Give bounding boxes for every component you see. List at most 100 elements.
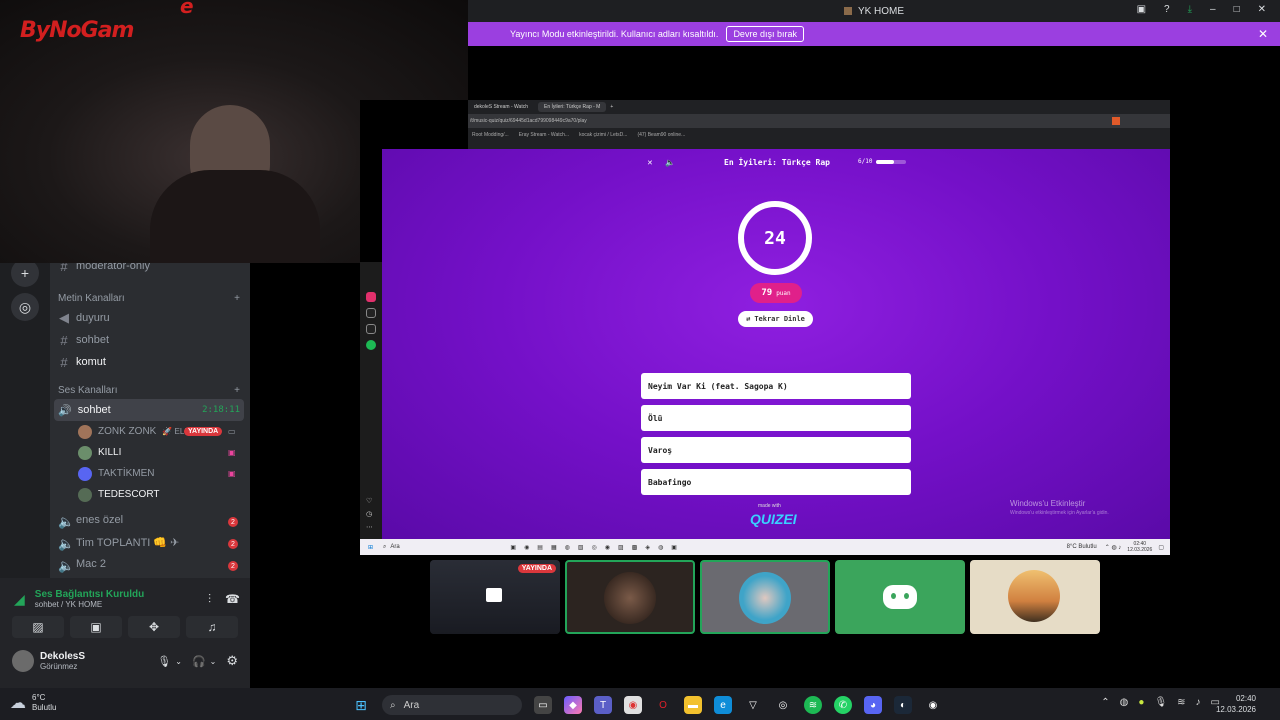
search-icon[interactable]: ⌕ bbox=[383, 544, 386, 551]
file-explorer-icon[interactable]: ▬ bbox=[684, 696, 702, 714]
bookmark[interactable]: Root Modding/... bbox=[472, 132, 509, 138]
browser-tab[interactable]: dekoleS Stream - Watch bbox=[468, 102, 534, 112]
voice-status-title[interactable]: Ses Bağlantısı Kuruldu bbox=[35, 589, 208, 600]
voice-channel[interactable]: 🔈 Tim TOPLANTI 👊 ✈ 2 bbox=[50, 533, 250, 555]
microphone-icon[interactable]: 🎙 bbox=[1154, 697, 1167, 708]
clock[interactable]: 02:40 12.03.2026 bbox=[1216, 693, 1256, 715]
voice-user[interactable]: KILLI ▣ bbox=[50, 442, 250, 463]
volume-icon[interactable]: 🔈 bbox=[665, 158, 675, 167]
close-quiz-icon[interactable]: ✕ bbox=[647, 159, 653, 167]
disconnect-icon[interactable]: ☎ bbox=[225, 592, 240, 606]
heart-icon[interactable]: ♡ bbox=[366, 495, 373, 508]
participant-tile[interactable] bbox=[565, 560, 695, 634]
help-icon[interactable]: ? bbox=[1164, 4, 1170, 15]
task-view-icon[interactable]: ▭ bbox=[534, 696, 552, 714]
replay-button[interactable]: ⇄ Tekrar Dinle bbox=[738, 311, 813, 327]
participant-tile[interactable] bbox=[700, 560, 830, 634]
spotify-icon[interactable]: ≋ bbox=[804, 696, 822, 714]
instagram-icon[interactable] bbox=[366, 292, 376, 302]
maximize-icon[interactable]: □ bbox=[1234, 4, 1240, 15]
voice-channel[interactable]: 🔈 enes özel 2 bbox=[50, 511, 250, 533]
chrome-icon[interactable]: ◉ bbox=[624, 696, 642, 714]
text-category[interactable]: Metin Kanalları + bbox=[50, 289, 250, 307]
chevron-down-icon[interactable]: ⌄ bbox=[175, 657, 182, 666]
activities-button[interactable]: ✥ bbox=[128, 616, 180, 638]
whatsapp-icon[interactable]: ✆ bbox=[834, 696, 852, 714]
add-channel-icon[interactable]: + bbox=[234, 385, 240, 396]
clock-icon[interactable]: ◷ bbox=[366, 508, 373, 521]
answer-option[interactable]: Ölü bbox=[641, 405, 911, 431]
weather-widget[interactable]: ☁ 6°C Bulutlu bbox=[10, 693, 56, 713]
x-icon[interactable] bbox=[366, 324, 376, 334]
steam-icon[interactable]: ◐ bbox=[894, 696, 912, 714]
answer-option[interactable]: Varoş bbox=[641, 437, 911, 463]
volume-icon[interactable]: ♪ bbox=[1196, 697, 1201, 708]
minimize-icon[interactable]: – bbox=[1210, 4, 1216, 15]
channel-sohbet[interactable]: # sohbet bbox=[50, 329, 250, 351]
tray-app-icon[interactable]: ● bbox=[1138, 697, 1144, 708]
address-bar[interactable]: /t/music-quiz/quiz/69445d1acd799098449c9… bbox=[468, 114, 1170, 128]
tray-app-icon[interactable]: ◍ bbox=[1120, 697, 1129, 708]
search-box[interactable]: ⌕ Ara bbox=[382, 695, 522, 715]
participant-tile[interactable] bbox=[835, 560, 965, 634]
edge-icon[interactable]: e bbox=[714, 696, 732, 714]
more-icon[interactable]: ⋯ bbox=[366, 521, 373, 534]
close-icon[interactable]: ✕ bbox=[1258, 4, 1266, 15]
live-badge: YAYINDA bbox=[517, 564, 556, 573]
add-server-icon[interactable]: + bbox=[11, 259, 39, 287]
bookmark[interactable]: kocak çizimi / LetsD... bbox=[579, 132, 627, 138]
teams-icon[interactable]: T bbox=[594, 696, 612, 714]
browser-chrome: dekoleS Stream - Watch En İyileri: Türkç… bbox=[468, 100, 1170, 149]
tiktok-icon[interactable] bbox=[366, 308, 376, 318]
answer-option[interactable]: Neyim Var Ki (feat. Sagopa K) bbox=[641, 373, 911, 399]
signal-icon[interactable]: ◢ bbox=[14, 591, 25, 608]
headphones-icon[interactable]: 🎧 bbox=[192, 655, 206, 668]
settings-gear-icon[interactable]: ⚙ bbox=[226, 653, 238, 669]
voice-user[interactable]: TAKTİKMEN ▣ bbox=[50, 463, 250, 484]
bookmark[interactable]: (47) Beam90 online... bbox=[637, 132, 685, 138]
voice-channel[interactable]: 🔈 Mac 2 2 bbox=[50, 555, 250, 577]
browser-tab[interactable]: En İyileri: Türkçe Rap - M bbox=[538, 102, 607, 112]
discover-icon[interactable]: ◎ bbox=[11, 293, 39, 321]
disable-streamer-mode-button[interactable]: Devre dışı bırak bbox=[726, 26, 804, 42]
extension-icon[interactable] bbox=[1112, 117, 1120, 125]
windows-start-icon[interactable]: ⊞ bbox=[352, 696, 370, 714]
wifi-icon[interactable]: ≋ bbox=[1177, 697, 1185, 708]
participant-tile[interactable] bbox=[970, 560, 1100, 634]
add-channel-icon[interactable]: + bbox=[234, 293, 240, 304]
channel-komut[interactable]: # komut bbox=[50, 351, 250, 373]
recording-app-icon[interactable]: ◉ bbox=[924, 696, 942, 714]
camera-off-button[interactable]: ▨ bbox=[12, 616, 64, 638]
answer-option[interactable]: Babafingo bbox=[641, 469, 911, 495]
spotify-icon[interactable] bbox=[366, 340, 376, 350]
bookmark[interactable]: Eray Stream - Watch... bbox=[519, 132, 569, 138]
vectorworks-icon[interactable]: ▽ bbox=[744, 696, 762, 714]
new-tab-icon[interactable]: + bbox=[610, 104, 613, 110]
chevron-down-icon[interactable]: ⌄ bbox=[210, 657, 217, 666]
close-banner-icon[interactable]: ✕ bbox=[1258, 27, 1268, 41]
avatar[interactable] bbox=[12, 650, 34, 672]
microphone-icon[interactable]: 🎙 bbox=[157, 655, 171, 668]
obs-icon[interactable]: ◎ bbox=[774, 696, 792, 714]
timer-value: 24 bbox=[764, 227, 786, 249]
opera-icon[interactable]: O bbox=[654, 696, 672, 714]
channel-duyuru[interactable]: ◀ duyuru bbox=[50, 307, 250, 329]
screen-share-button[interactable]: ▣ bbox=[70, 616, 122, 638]
noise-suppression-icon[interactable]: ⫶ bbox=[208, 592, 211, 607]
soundboard-button[interactable]: ♫ bbox=[186, 616, 238, 638]
copilot-icon[interactable]: ◆ bbox=[564, 696, 582, 714]
inbox-icon[interactable]: ▣ bbox=[1137, 4, 1146, 15]
discord-icon[interactable]: ◕ bbox=[864, 696, 882, 714]
start-icon[interactable]: ⊞ bbox=[368, 544, 373, 551]
inner-search[interactable]: Ara bbox=[390, 544, 470, 550]
voice-user[interactable]: ZONK ZONK 🚀 ELI YAYINDA ▭ bbox=[50, 421, 250, 442]
voice-channel-sohbet[interactable]: 🔊 sohbet 2:18:11 bbox=[54, 399, 244, 421]
category-label: Metin Kanalları bbox=[58, 292, 125, 304]
voice-category[interactable]: Ses Kanalları + bbox=[50, 381, 250, 399]
voice-user[interactable]: TEDESCORT bbox=[50, 484, 250, 505]
show-hidden-icons[interactable]: ⌃ bbox=[1101, 697, 1109, 708]
download-icon[interactable]: ⤓ bbox=[1188, 4, 1192, 15]
participant-tile-stream[interactable]: YAYINDA bbox=[430, 560, 560, 634]
notifications-icon[interactable]: ▢ bbox=[1158, 544, 1164, 551]
voice-status-subtitle[interactable]: sohbet / YK HOME bbox=[35, 600, 208, 609]
